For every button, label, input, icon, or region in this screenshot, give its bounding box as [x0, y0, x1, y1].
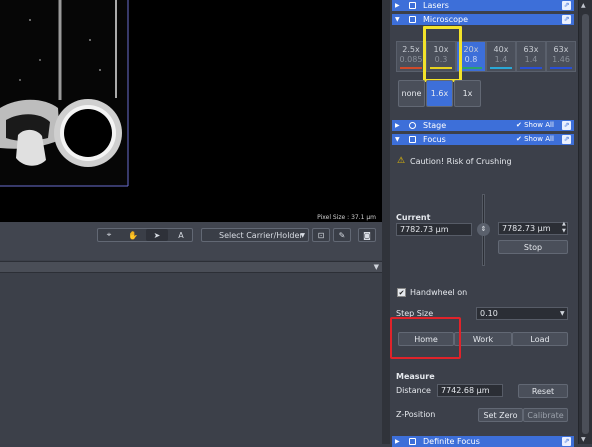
objective-button[interactable]: 2.5x 0.085 [396, 41, 426, 72]
view-toolbar: ⌖ ✋ ➤ A Select Carrier/Holder ▼ ⊡ ✎ ◙ [0, 222, 382, 260]
work-button[interactable]: Work [454, 332, 512, 346]
popout-icon[interactable]: ⇗ [562, 15, 571, 24]
distance-label: Distance [396, 386, 431, 395]
distance-field[interactable]: 7742.68 µm [437, 384, 503, 397]
definite-focus-title: Definite Focus [423, 437, 480, 446]
stage-title: Stage [423, 121, 447, 130]
objective-color-bar [490, 67, 512, 69]
microscope-image [0, 0, 129, 187]
carrier-select[interactable]: Select Carrier/Holder ▼ [201, 228, 309, 242]
step-size-field[interactable]: 0.10 [476, 307, 568, 320]
highlight-box-home [390, 317, 461, 359]
target-position-field[interactable]: 7782.73 µm [498, 222, 568, 235]
lasers-title: Lasers [423, 1, 449, 10]
lasers-section-header[interactable]: ▶ Lasers ⇗ [392, 0, 574, 11]
focus-section-header[interactable]: ▼ Focus ✔ Show All ⇗ [392, 134, 574, 145]
image-viewer[interactable]: Pixel Size : 37.1 µm [0, 0, 382, 222]
objective-mag: 20x [463, 45, 479, 54]
scroll-up-icon[interactable]: ▲ [581, 2, 586, 9]
popout-icon[interactable]: ⇗ [562, 135, 571, 144]
objective-button[interactable]: 63x 1.46 [546, 41, 576, 72]
stage-section-header[interactable]: ▶ Stage ✔ Show All ⇗ [392, 120, 574, 131]
objective-color-bar [550, 67, 572, 69]
crosshair-icon[interactable]: ⌖ [98, 229, 120, 241]
carrier-select-label: Select Carrier/Holder [219, 230, 303, 240]
text-tool-button[interactable]: A [170, 229, 192, 241]
show-all-toggle[interactable]: ✔ Show All [516, 120, 554, 131]
popout-icon[interactable]: ⇗ [562, 437, 571, 446]
pointer-icon[interactable]: ➤ [146, 229, 168, 241]
show-all-label: Show All [524, 135, 554, 143]
expand-arrow-icon[interactable]: ▶ [395, 0, 400, 11]
splitter[interactable] [382, 0, 390, 444]
load-button[interactable]: Load [512, 332, 568, 346]
scrollbar-thumb[interactable] [582, 14, 589, 434]
caution-text: Caution! Risk of Crushing [410, 157, 512, 166]
handwheel-checkbox[interactable]: ✔ [397, 288, 406, 297]
objective-mag: 63x [523, 45, 539, 54]
collapse-triangle-icon[interactable]: ▼ [374, 263, 379, 271]
highlight-box-objective [423, 26, 462, 82]
optovar-button[interactable]: 1.6x [426, 80, 453, 107]
optovar-button[interactable]: none [398, 80, 425, 107]
microscope-section-header[interactable]: ▼ Microscope ⇗ [392, 14, 574, 25]
left-workspace: Pixel Size : 37.1 µm ⌖ ✋ ➤ A Select Carr… [0, 0, 382, 444]
objective-na: 1.4 [524, 55, 538, 64]
collapse-bar[interactable]: ▼ [0, 261, 382, 273]
hand-pan-icon[interactable]: ✋ [122, 229, 144, 241]
chevron-down-icon[interactable]: ▼ [560, 310, 565, 317]
focus-stepper-icon[interactable]: ⇕ [477, 223, 490, 236]
scroll-down-icon[interactable]: ▼ [581, 436, 586, 443]
collapse-arrow-icon[interactable]: ▼ [395, 134, 400, 145]
carrier-settings-icon[interactable]: ⊡ [312, 228, 330, 242]
show-all-toggle[interactable]: ✔ Show All [516, 134, 554, 145]
objective-mag: 40x [493, 45, 509, 54]
objective-mag: 2.5x [402, 45, 420, 54]
objective-color-bar [520, 67, 542, 69]
spin-arrows-icon[interactable]: ▲ ▼ [562, 221, 566, 235]
chevron-down-icon: ▼ [300, 231, 305, 239]
objective-button[interactable]: 40x 1.4 [486, 41, 516, 72]
z-position-label: Z-Position [396, 410, 436, 419]
objective-color-bar [460, 67, 482, 69]
snapshot-camera-icon[interactable]: ◙ [358, 228, 376, 242]
laser-icon [409, 2, 416, 9]
current-label: Current [396, 213, 431, 222]
objective-na: 1.46 [552, 55, 570, 64]
focus-title: Focus [423, 135, 446, 144]
warning-icon: ⚠ [397, 156, 406, 166]
calibrate-button[interactable]: Calibrate [523, 408, 568, 422]
popout-icon[interactable]: ⇗ [562, 121, 571, 130]
objective-mag: 63x [553, 45, 569, 54]
measure-label: Measure [396, 372, 435, 381]
reset-button[interactable]: Reset [518, 384, 568, 398]
focus-icon [409, 136, 416, 143]
pixel-size-readout: Pixel Size : 37.1 µm [317, 214, 376, 221]
set-zero-button[interactable]: Set Zero [478, 408, 523, 422]
objective-na: 1.4 [494, 55, 508, 64]
expand-arrow-icon[interactable]: ▶ [395, 120, 400, 131]
expand-arrow-icon[interactable]: ▶ [395, 436, 400, 447]
right-tool-panel: ▶ Lasers ⇗ ▼ Microscope ⇗ 2.5x 0.085 10x… [390, 0, 578, 447]
objective-button[interactable]: 63x 1.4 [516, 41, 546, 72]
objective-color-bar [400, 67, 422, 69]
calibrate-carrier-icon[interactable]: ✎ [333, 228, 351, 242]
collapse-arrow-icon[interactable]: ▼ [395, 14, 400, 25]
popout-icon[interactable]: ⇗ [562, 1, 571, 10]
show-all-label: Show All [524, 121, 554, 129]
objective-na: 0.085 [399, 55, 423, 64]
definite-focus-section-header[interactable]: ▶ Definite Focus ⇗ [392, 436, 574, 447]
microscope-icon [409, 16, 416, 23]
stop-button[interactable]: Stop [498, 240, 568, 254]
handwheel-label: Handwheel on [410, 288, 468, 297]
optovar-button[interactable]: 1x [454, 80, 481, 107]
current-position-field[interactable]: 7782.73 µm [396, 223, 472, 236]
microscope-title: Microscope [423, 15, 468, 24]
stage-icon [409, 122, 416, 129]
